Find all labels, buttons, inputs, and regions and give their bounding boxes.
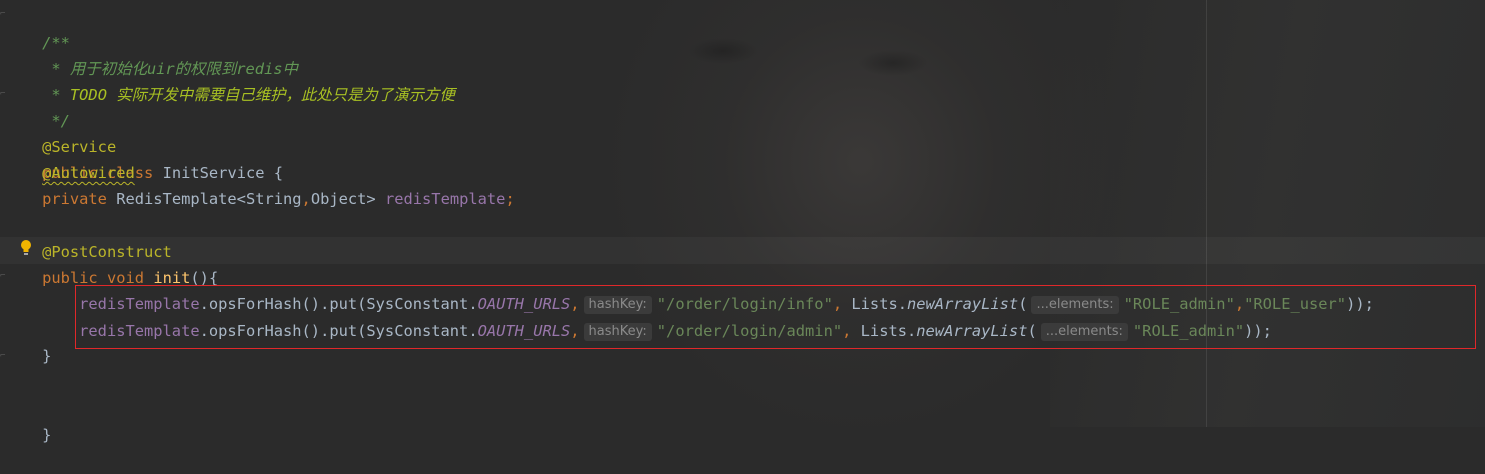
code-line[interactable]: * TODO 实际开发中需要自己维护，此处只是为了演示方便	[5, 56, 455, 104]
field-type: RedisTemplate<String	[106, 190, 302, 208]
keyword: private	[42, 190, 107, 208]
code-line[interactable]: }	[5, 343, 51, 369]
highlight-annotation-box	[75, 285, 1476, 349]
code-line[interactable]: @Service	[5, 108, 116, 156]
field-name: redisTemplate	[384, 190, 506, 208]
method-close-brace: }	[42, 347, 52, 365]
code-line[interactable]: }	[5, 396, 51, 444]
autowired-annotation: @Autowired	[42, 164, 135, 182]
postconstruct-annotation: @PostConstruct	[42, 243, 172, 261]
javadoc-text: 实际开发中需要自己维护，此处只是为了演示方便	[106, 86, 455, 104]
class-close-brace: }	[42, 426, 52, 444]
code-line[interactable]: private RedisTemplate<String,Object> red…	[5, 186, 515, 212]
right-margin-guide	[1206, 0, 1207, 427]
current-line-highlight	[0, 237, 1485, 264]
code-line[interactable]: */	[5, 82, 70, 130]
code-line[interactable]: /**	[5, 4, 70, 52]
code-line[interactable]: @Autowired	[5, 160, 135, 186]
code-line[interactable]: public class InitService {	[5, 134, 283, 182]
class-declaration: InitService {	[153, 164, 284, 182]
code-line[interactable]: * 用于初始化uir的权限到redis中	[5, 30, 298, 78]
code-line[interactable]: @PostConstruct	[5, 239, 172, 265]
todo-marker: TODO	[69, 86, 107, 104]
